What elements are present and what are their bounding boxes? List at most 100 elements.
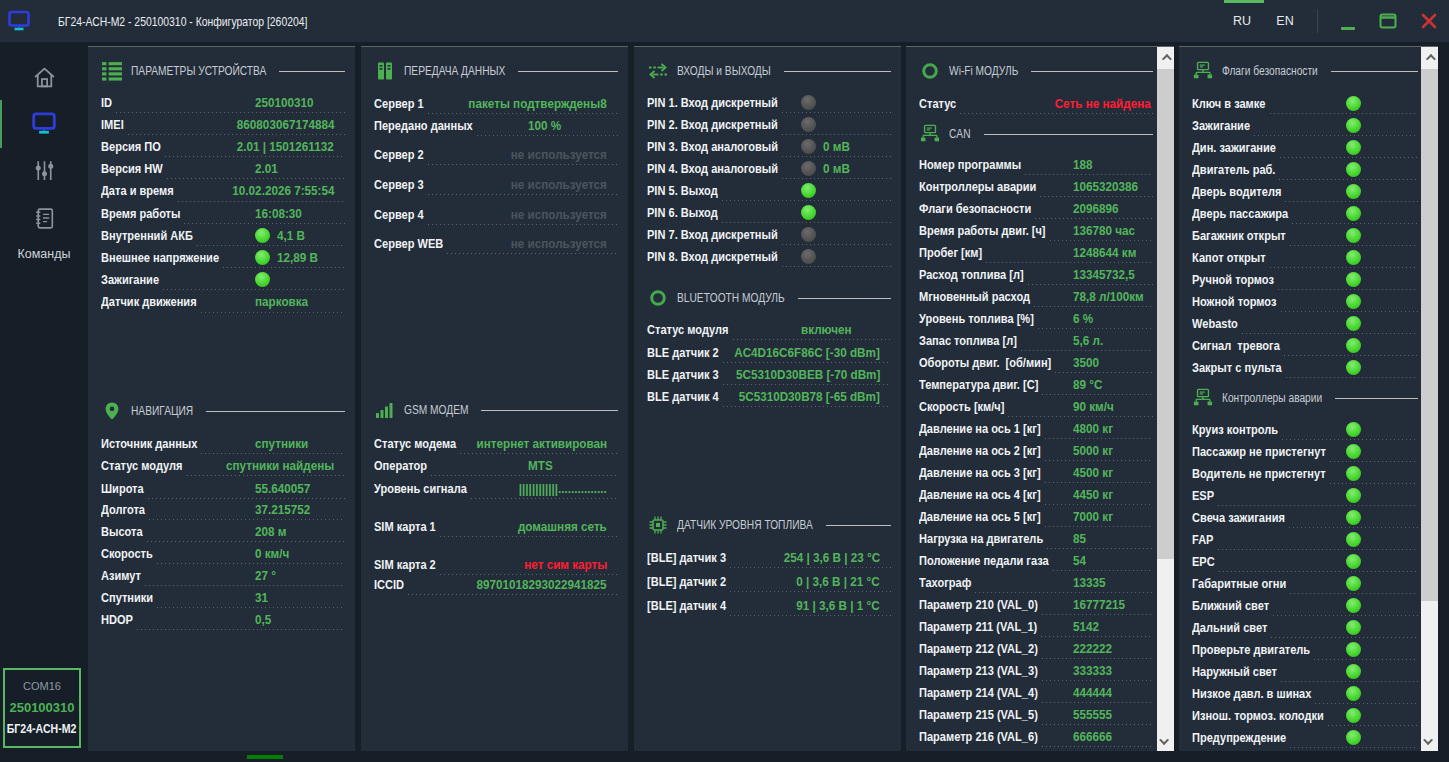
header-rule (784, 71, 891, 72)
led-off-indicator (801, 249, 816, 264)
scroll-down-button[interactable] (1157, 731, 1174, 751)
row-value-cell: 13345732,5 (1073, 263, 1153, 285)
scroll-up-button[interactable] (1157, 47, 1174, 67)
row-value: 2.01 | 1501261132 (237, 139, 334, 154)
row-value-cell: не используется (500, 173, 607, 195)
row-value-cell: 12,89 В (255, 246, 345, 268)
scrollbar[interactable] (1157, 47, 1174, 751)
row-value: 13345732,5 (1073, 267, 1135, 282)
chevron-down-icon (1159, 735, 1169, 745)
row-value-cell: Сеть не найдена (1044, 92, 1151, 114)
sidebar-item-home[interactable] (0, 65, 88, 90)
led-on-indicator (1346, 598, 1361, 613)
language-en-button[interactable]: EN (1267, 0, 1303, 42)
header-rule (984, 134, 1153, 135)
row-value-cell (1346, 246, 1418, 268)
minimize-button[interactable] (1334, 0, 1362, 42)
scroll-up-button[interactable] (1421, 47, 1438, 67)
row: Давление на ось 2 [кг]5000 кг (919, 439, 1153, 461)
row-label: Закрыт с пульта (1192, 360, 1282, 375)
row: SIM карта 1домашняя сеть (374, 515, 618, 537)
row-value: 0,5 (255, 612, 271, 627)
close-button[interactable] (1415, 0, 1443, 42)
row-value-cell: 5C5310D30B78 [-65 dBm] (723, 385, 880, 407)
row: Параметр 211 (VAL_1)5142 (919, 615, 1153, 637)
row-value: не используется (511, 207, 607, 222)
sidebar-item-settings[interactable] (0, 158, 88, 183)
section-header: ДАТЧИК УРОВНЯ ТОПЛИВА (648, 513, 891, 537)
led-on-indicator (1346, 466, 1361, 481)
row-value-cell: 13335 (1073, 571, 1153, 593)
row-value: 16:08:30 (255, 206, 302, 221)
panel-4: Wi-Fi МОДУЛЬСтатусСеть не найденаCANНоме… (906, 46, 1174, 751)
row-label: PIN 4. Вход аналоговый (647, 161, 778, 176)
row-value: 55.640057 (255, 481, 310, 496)
language-ru-button[interactable]: RU (1224, 0, 1260, 42)
row (1192, 748, 1418, 751)
row-value-cell (1346, 268, 1418, 290)
section-header: ПЕРЕДАЧА ДАННЫХ (375, 59, 618, 83)
server-icon (375, 61, 395, 81)
row-label: Номер программы (919, 157, 1021, 172)
scroll-thumb[interactable] (1421, 69, 1438, 601)
connection-device-id: 250100310 (9, 700, 74, 715)
row-label: Ножной тормоз (1192, 294, 1276, 309)
scroll-thumb[interactable] (1157, 69, 1174, 559)
row: Номер программы188 (919, 153, 1153, 175)
row-value: Сеть не найдена (1055, 96, 1151, 111)
scroll-down-button[interactable] (1421, 731, 1438, 751)
sidebar-item-device[interactable] (0, 110, 88, 136)
row-value-cell (1346, 418, 1418, 440)
row: Параметр 215 (VAL_5)555555 (919, 703, 1153, 725)
row-value-cell: ||||||||||||............... (509, 477, 607, 499)
row-value: 222222 (1073, 641, 1112, 656)
row: PIN 8. Вход дискретный (647, 245, 891, 267)
row-label: Параметр 215 (VAL_5) (919, 707, 1038, 722)
connection-device-name: БГ24-АСН-М2 (7, 722, 77, 736)
row: Предупреждение (1192, 726, 1418, 748)
row-label: Расход топлива [л] (919, 267, 1024, 282)
scrollbar[interactable] (1421, 47, 1438, 751)
row-value: 6 % (1073, 311, 1093, 326)
row-label: Сигнал тревога (1192, 338, 1280, 353)
row-label: Низкое давл. в шинах (1192, 686, 1311, 701)
row-label: Дальний свет (1192, 620, 1267, 635)
row-value-cell: 4450 кг (1073, 483, 1153, 505)
sidebar: Команды COM16 250100310 БГ24-АСН-М2 (0, 42, 88, 762)
row-value: 91 | 3,6 В | 1 °C (797, 598, 880, 613)
circle-icon (648, 288, 668, 308)
row-value-cell (1346, 748, 1418, 751)
row: PIN 6. Выход (647, 201, 891, 223)
row: Свеча зажигания (1192, 506, 1418, 528)
row-label: Скорость (101, 546, 153, 561)
row-label: BLE датчик 2 (647, 345, 719, 360)
row: Нагрузка на двигатель85 (919, 527, 1153, 549)
row-label: Сервер 3 (374, 177, 424, 192)
maximize-button[interactable] (1374, 0, 1402, 42)
row-label: Ручной тормоз (1192, 272, 1274, 287)
led-on-indicator (1346, 642, 1361, 657)
row: Датчик движенияпарковка (101, 291, 345, 313)
row-value-cell: включен (801, 318, 891, 340)
led-on-indicator (1346, 96, 1361, 111)
row-label: Уровень топлива [%] (919, 311, 1034, 326)
notebook-icon (32, 206, 57, 231)
row: Положение педали газа54 (919, 549, 1153, 571)
row-label: PIN 1. Вход дискретный (647, 95, 778, 110)
row: ID250100310 (101, 91, 345, 113)
row-value-cell (1346, 92, 1418, 114)
row: Внутренний АКБ4,1 В (101, 224, 345, 246)
row-value-cell: 0 км/ч (255, 542, 345, 564)
sidebar-item-commands[interactable] (0, 206, 88, 231)
row: Пробег [км]1248644 км (919, 241, 1153, 263)
sliders-icon (32, 158, 57, 183)
row: Сервер 2не используется (374, 143, 618, 165)
row-label: PIN 5. Выход (647, 183, 718, 198)
row-value: 333333 (1073, 663, 1112, 678)
row: Багажник открыт (1192, 224, 1418, 246)
row-label: Время работы (101, 206, 180, 221)
row-label: Водитель не пристегнут (1192, 466, 1326, 481)
led-on-indicator (1346, 510, 1361, 525)
row-label: Параметр 210 (VAL_0) (919, 597, 1038, 612)
row: [BLE] датчик 20 | 3,6 В | 21 °C (647, 570, 891, 592)
